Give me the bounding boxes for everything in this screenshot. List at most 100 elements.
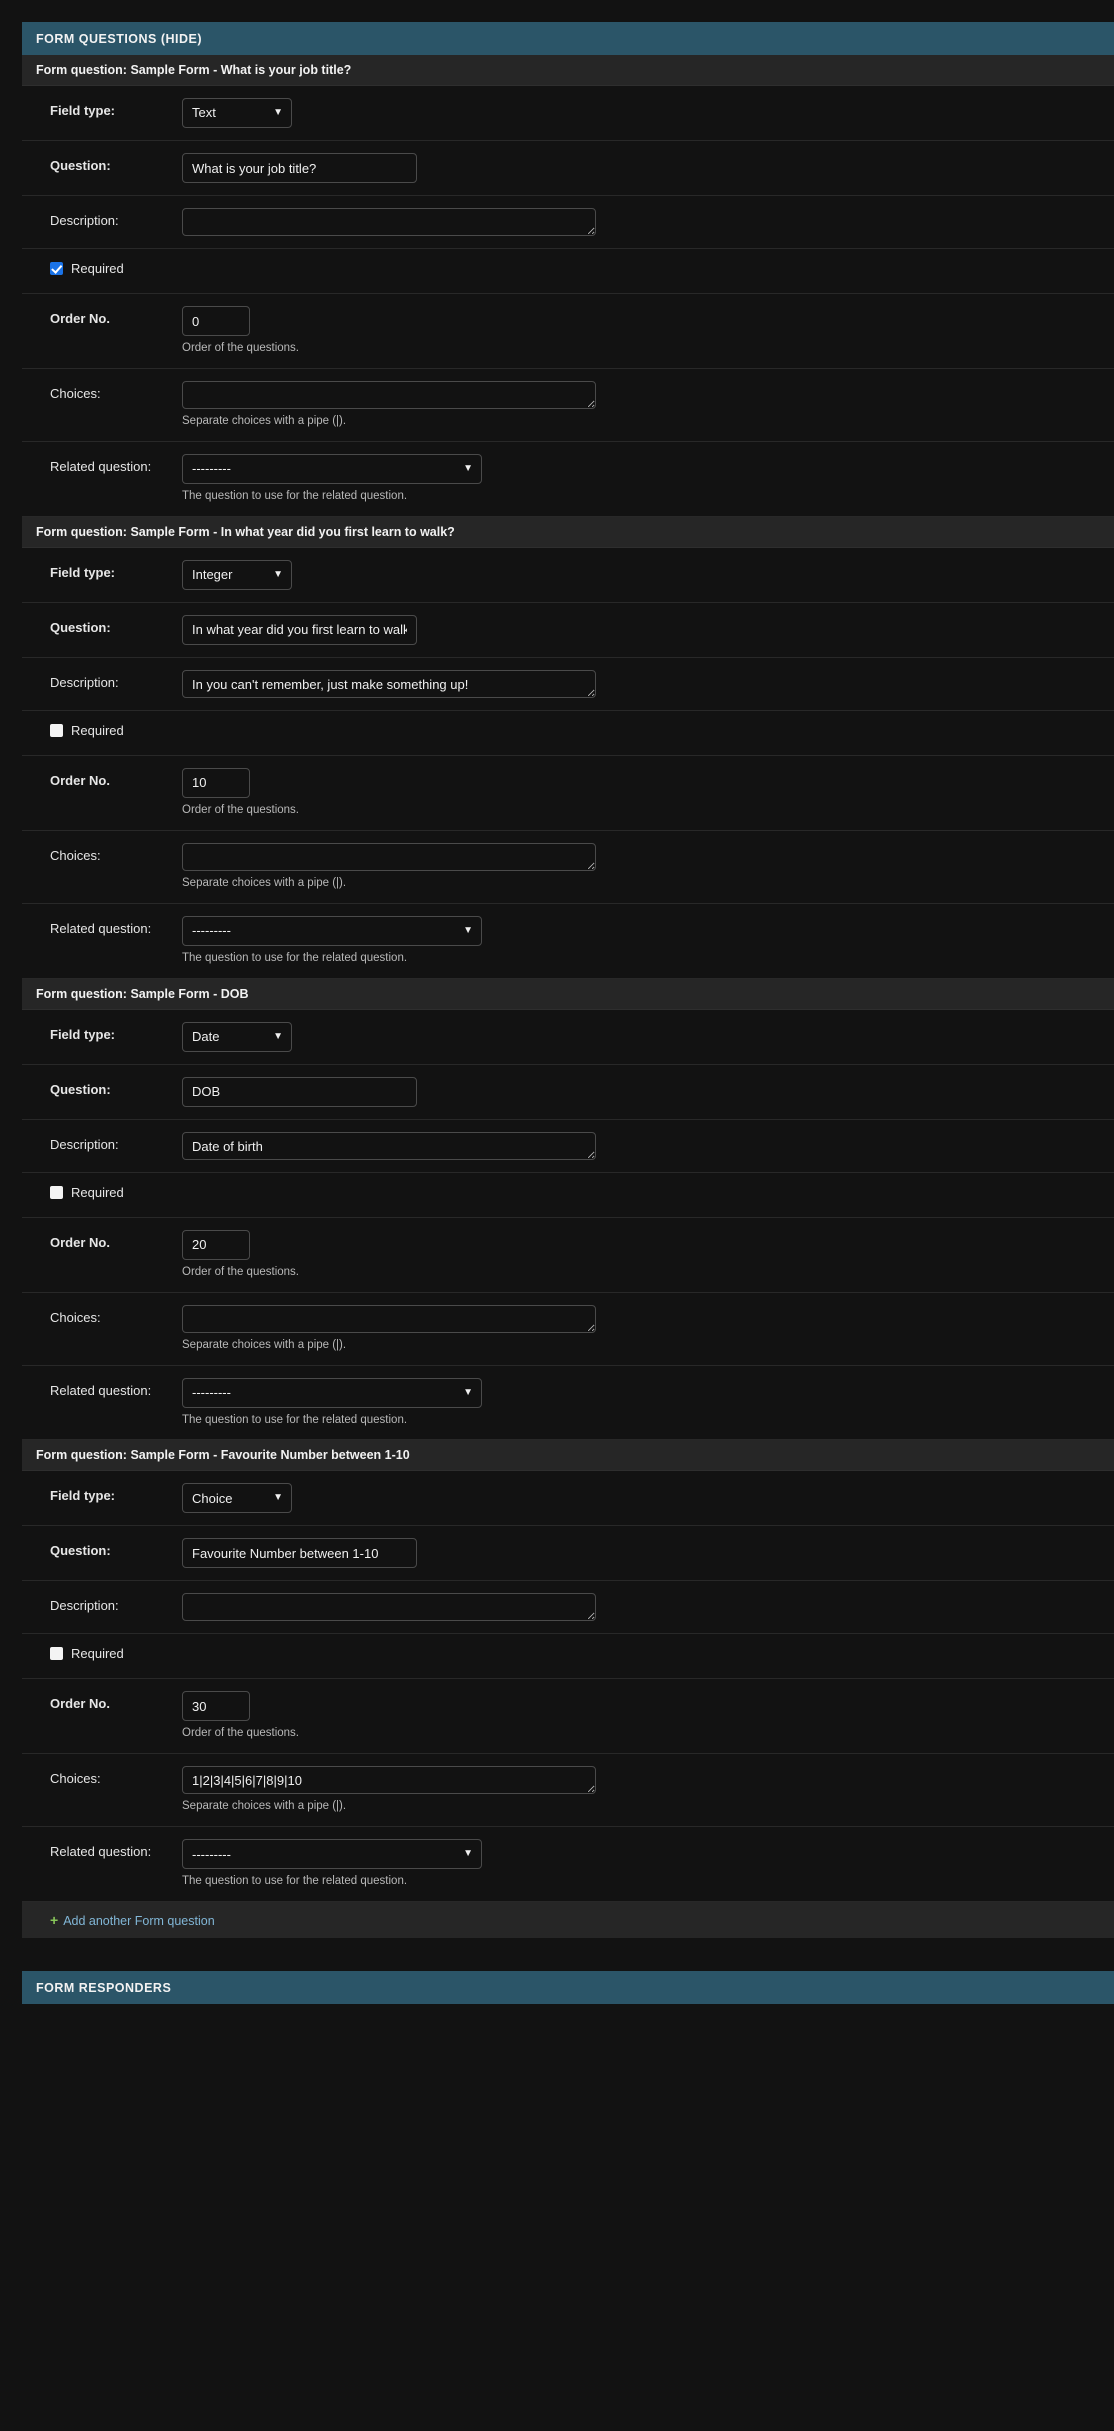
description-textarea[interactable] (182, 1593, 596, 1622)
question-row: Question: (22, 602, 1114, 658)
form-question-inline-title: Form question: Sample Form - DOB (22, 978, 1114, 1010)
description-row: Description: (22, 196, 1114, 249)
plus-icon: + (50, 1912, 59, 1929)
form-question-inline: Form question: Sample Form - Favourite N… (22, 1440, 1114, 1903)
choices-label: Choices: (50, 1309, 101, 1325)
order-no-help: Order of the questions. (182, 803, 299, 816)
required-checkbox[interactable] (50, 262, 63, 275)
order-no-input[interactable] (182, 306, 250, 336)
related-question-help: The question to use for the related ques… (182, 1875, 408, 1888)
form-question-inline-title: Form question: Sample Form - What is you… (22, 55, 1114, 86)
choices-help: Separate choices with a pipe (|). (182, 414, 347, 427)
field-type-select[interactable]: TextIntegerDateChoice (182, 559, 292, 590)
related-question-help: The question to use for the related ques… (182, 951, 408, 964)
field-type-select-wrap: TextIntegerDateChoice ▼ (182, 1021, 292, 1052)
order-no-input[interactable] (182, 767, 250, 798)
related-question-row: Related question: --------- ▼ The questi… (22, 903, 1114, 979)
related-question-label: Related question: (50, 1382, 152, 1398)
choices-help: Separate choices with a pipe (|). (182, 876, 347, 889)
order-no-row: Order No. Order of the questions. (22, 294, 1114, 369)
order-no-input[interactable] (182, 1691, 250, 1722)
choices-help: Separate choices with a pipe (|). (182, 1338, 347, 1351)
related-question-row: Related question: --------- ▼ The questi… (22, 1827, 1114, 1903)
form-responders-header[interactable]: FORM RESPONDERS (22, 1971, 1114, 2005)
choices-row: Choices: Separate choices with a pipe (|… (22, 1292, 1114, 1366)
form-question-inline: Form question: Sample Form - DOB Field t… (22, 978, 1114, 1441)
choices-row: Choices: Separate choices with a pipe (|… (22, 830, 1114, 904)
field-type-select[interactable]: TextIntegerDateChoice (182, 1483, 292, 1514)
field-type-select[interactable]: TextIntegerDateChoice (182, 98, 292, 128)
field-type-label: Field type: (50, 1026, 116, 1042)
related-question-row: Related question: --------- ▼ The questi… (22, 441, 1114, 517)
module-spacer (22, 1938, 1114, 1972)
form-questions-header[interactable]: FORM QUESTIONS (HIDE) (22, 22, 1114, 55)
description-row: Description: (22, 1581, 1114, 1635)
related-question-label: Related question: (50, 1844, 152, 1860)
order-no-help: Order of the questions. (182, 1727, 299, 1740)
form-questions-header-label[interactable]: FORM QUESTIONS (HIDE) (36, 32, 202, 46)
required-row: Required (22, 1172, 1114, 1218)
question-row: Question: (22, 1526, 1114, 1582)
question-input[interactable] (182, 1076, 417, 1107)
required-label: Required (71, 261, 124, 276)
related-question-select-wrap: --------- ▼ (182, 915, 482, 946)
form-question-inline: Form question: Sample Form - What is you… (22, 55, 1114, 517)
field-type-select-wrap: TextIntegerDateChoice ▼ (182, 98, 292, 128)
description-row: Description: Date of birth (22, 1119, 1114, 1173)
order-no-row: Order No. Order of the questions. (22, 755, 1114, 831)
choices-textarea[interactable] (182, 380, 596, 409)
choices-textarea[interactable]: 1|2|3|4|5|6|7|8|9|10 (182, 1766, 596, 1795)
related-question-select[interactable]: --------- (182, 453, 482, 484)
question-row: Question: (22, 141, 1114, 196)
question-row: Question: (22, 1064, 1114, 1120)
order-no-input[interactable] (182, 1229, 250, 1260)
choices-textarea[interactable] (182, 1304, 596, 1333)
choices-textarea[interactable] (182, 842, 596, 871)
form-question-inline-title: Form question: Sample Form - In what yea… (22, 516, 1114, 548)
description-label: Description: (50, 674, 119, 690)
field-type-row: Field type: TextIntegerDateChoice ▼ (22, 1009, 1114, 1065)
question-label: Question: (50, 1543, 111, 1559)
description-label: Description: (50, 213, 119, 228)
description-textarea[interactable]: Date of birth (182, 1131, 596, 1160)
order-no-help: Order of the questions. (182, 342, 299, 354)
related-question-select[interactable]: --------- (182, 915, 482, 946)
field-type-select[interactable]: TextIntegerDateChoice (182, 1021, 292, 1052)
related-question-select[interactable]: --------- (182, 1839, 482, 1870)
related-question-label: Related question: (50, 920, 152, 936)
order-no-label: Order No. (50, 311, 110, 326)
question-input[interactable] (182, 153, 417, 183)
choices-label: Choices: (50, 1771, 101, 1787)
required-label: Required (71, 722, 124, 738)
order-no-label: Order No. (50, 1234, 110, 1250)
description-row: Description: In you can't remember, just… (22, 657, 1114, 711)
required-checkbox[interactable] (50, 723, 63, 737)
choices-row: Choices: Separate choices with a pipe (|… (22, 368, 1114, 442)
order-no-help: Order of the questions. (182, 1265, 299, 1278)
related-question-help: The question to use for the related ques… (182, 1413, 408, 1426)
add-another-form-question-row[interactable]: + Add another Form question (22, 1902, 1114, 1939)
description-textarea[interactable]: In you can't remember, just make somethi… (182, 669, 596, 698)
form-questions-module: FORM QUESTIONS (HIDE) Form question: Sam… (22, 22, 1114, 1939)
required-checkbox[interactable] (50, 1647, 63, 1661)
field-type-label: Field type: (50, 103, 116, 118)
description-textarea[interactable] (182, 208, 596, 236)
related-question-help: The question to use for the related ques… (182, 489, 408, 502)
field-type-row: Field type: TextIntegerDateChoice ▼ (22, 1471, 1114, 1527)
choices-label: Choices: (50, 847, 101, 863)
question-label: Question: (50, 1081, 111, 1097)
order-no-label: Order No. (50, 772, 110, 788)
required-row: Required (22, 249, 1114, 294)
related-question-select[interactable]: --------- (182, 1377, 482, 1408)
required-checkbox[interactable] (50, 1185, 63, 1199)
question-input[interactable] (182, 614, 417, 645)
form-responders-module: FORM RESPONDERS (22, 1971, 1114, 2005)
field-type-select-wrap: TextIntegerDateChoice ▼ (182, 559, 292, 590)
add-another-form-question-link[interactable]: + Add another Form question (50, 1912, 215, 1929)
question-input[interactable] (182, 1538, 417, 1569)
question-label: Question: (50, 158, 111, 173)
related-question-row: Related question: --------- ▼ The questi… (22, 1365, 1114, 1441)
question-label: Question: (50, 619, 111, 635)
order-no-row: Order No. Order of the questions. (22, 1679, 1114, 1755)
form-question-inline-title: Form question: Sample Form - Favourite N… (22, 1440, 1114, 1472)
